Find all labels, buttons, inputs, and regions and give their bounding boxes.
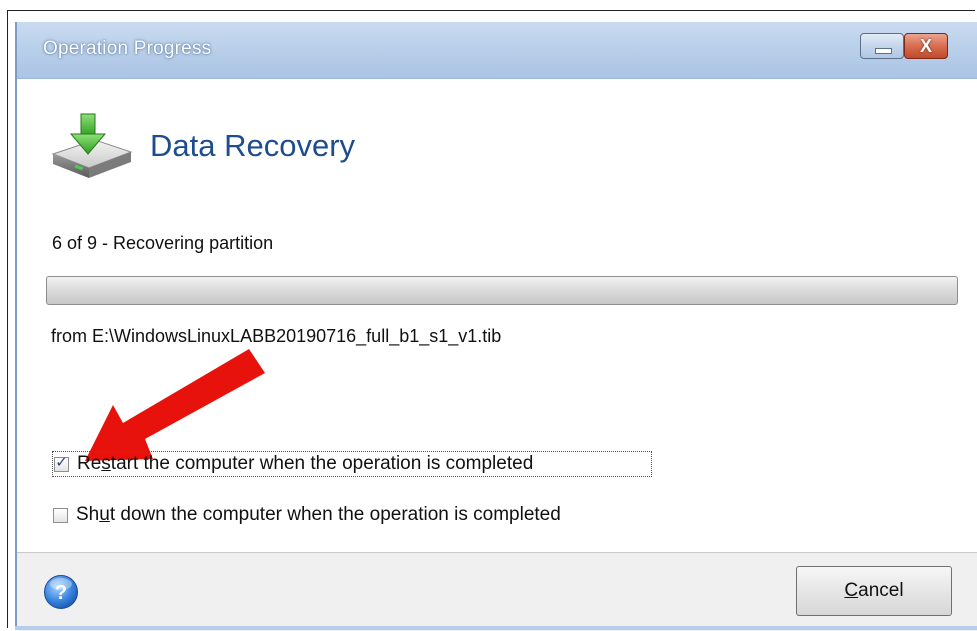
red-arrow-annotation [85,349,265,461]
dialog-footer: ? Cancel [17,552,977,631]
window-bottom-edge [15,626,977,630]
source-file-text: from E:\WindowsLinuxLABB20190716_full_b1… [51,326,502,346]
disk-download-icon [51,113,133,178]
progress-bar [46,276,958,305]
close-button[interactable]: X [904,33,948,59]
restart-option-label[interactable]: Restart the computer when the operation … [77,453,533,475]
minimize-icon [875,48,892,54]
page-title: Data Recovery [150,128,356,163]
close-icon: X [919,36,932,56]
step-status-text: 6 of 9 - Recovering partition [52,233,274,253]
restart-option-row[interactable]: ✓ Restart the computer when the operatio… [52,451,652,477]
window-title: Operation Progress [43,38,212,59]
cancel-button[interactable]: Cancel [796,566,952,616]
svg-text:?: ? [55,582,67,604]
checkmark-icon: ✓ [55,453,68,471]
shutdown-checkbox[interactable] [53,507,68,523]
shutdown-option-row[interactable]: Shut down the computer when the operatio… [52,502,561,528]
minimize-button[interactable] [860,33,904,59]
help-icon[interactable]: ? [43,574,79,610]
shutdown-option-label[interactable]: Shut down the computer when the operatio… [76,504,561,526]
restart-checkbox[interactable]: ✓ [54,454,69,472]
operation-progress-dialog: Operation Progress X Data Recovery 6 of … [15,22,977,631]
title-bar[interactable]: Operation Progress X [17,22,977,79]
